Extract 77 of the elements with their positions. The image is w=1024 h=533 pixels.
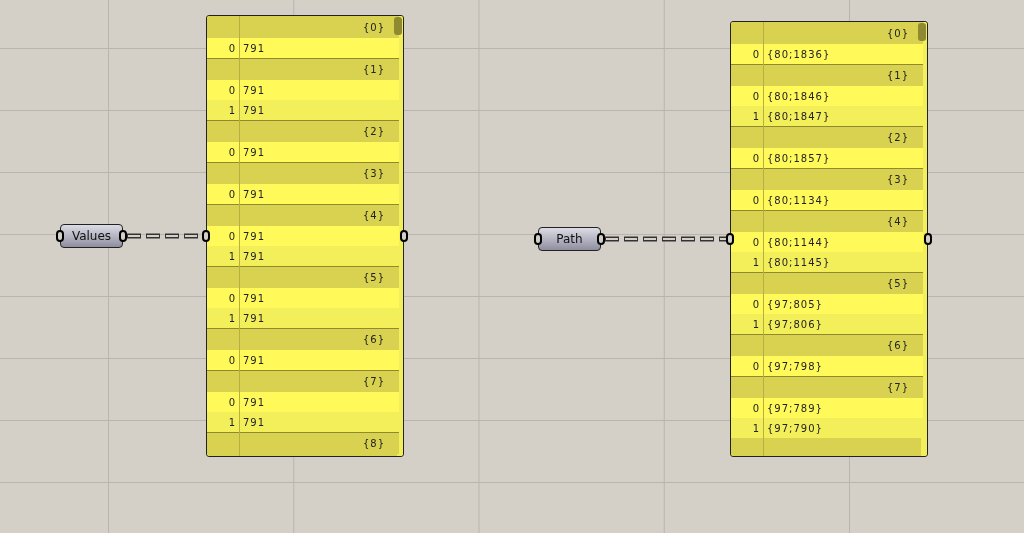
item-index: 0 (227, 83, 235, 98)
item-value: {80;1857} (767, 151, 831, 166)
branch-path: {3} (362, 167, 385, 181)
item-index: 0 (227, 145, 235, 160)
branch-path: {6} (886, 339, 909, 353)
output-grip[interactable] (400, 230, 408, 242)
item-value: {97;789} (767, 401, 823, 416)
item-value: 791 (243, 187, 266, 202)
item-value: {97;806} (767, 317, 823, 332)
item-value: {80;1144} (767, 235, 831, 250)
item-index: 0 (751, 47, 759, 62)
item-index: 1 (751, 421, 759, 436)
item-value: {80;1846} (767, 89, 831, 104)
item-index: 0 (751, 401, 759, 416)
item-index: 0 (227, 187, 235, 202)
item-value: {80;1847} (767, 109, 831, 124)
item-value: 791 (243, 83, 266, 98)
item-value: {80;1134} (767, 193, 831, 208)
item-value: {97;805} (767, 297, 823, 312)
item-value: {80;1836} (767, 47, 831, 62)
branch-path: {7} (886, 381, 909, 395)
item-value: 791 (243, 415, 266, 430)
branch-path: {4} (362, 209, 385, 223)
branch-path: {0} (362, 20, 385, 35)
item-index: 1 (751, 255, 759, 270)
item-value: 791 (243, 395, 266, 410)
item-index: 1 (227, 311, 235, 326)
item-index: 0 (751, 89, 759, 104)
branch-path: {2} (362, 125, 385, 139)
branch-path: {7} (362, 375, 385, 389)
input-grip[interactable] (726, 233, 734, 245)
output-grip[interactable] (119, 230, 127, 242)
branch-path: {1} (362, 63, 385, 77)
output-grip[interactable] (597, 233, 605, 245)
item-value: 791 (243, 41, 266, 56)
branch-path: {2} (886, 131, 909, 145)
item-index: 1 (751, 109, 759, 124)
item-index: 1 (227, 415, 235, 430)
item-index: 0 (227, 395, 235, 410)
item-value: {97;798} (767, 359, 823, 374)
item-index: 0 (227, 291, 235, 306)
item-value: 791 (243, 291, 266, 306)
item-index: 0 (751, 193, 759, 208)
item-index: 0 (751, 359, 759, 374)
item-value: {97;790} (767, 421, 823, 436)
item-index: 1 (751, 317, 759, 332)
item-value: 791 (243, 229, 266, 244)
scrollbar-thumb[interactable] (918, 23, 926, 41)
item-index: 0 (751, 151, 759, 166)
branch-path: {4} (886, 215, 909, 229)
item-index: 0 (227, 229, 235, 244)
item-value: {80;1145} (767, 255, 831, 270)
item-index: 1 (227, 249, 235, 264)
branch-path: {6} (362, 333, 385, 347)
scrollbar-thumb[interactable] (394, 17, 402, 35)
node-label: Values (71, 228, 112, 245)
branch-path: {0} (886, 26, 909, 41)
item-index: 1 (227, 103, 235, 118)
input-grip[interactable] (56, 230, 64, 242)
item-value: 791 (243, 249, 266, 264)
item-value: 791 (243, 103, 266, 118)
branch-path: {8} (362, 437, 385, 451)
item-value: 791 (243, 311, 266, 326)
item-index: 0 (227, 353, 235, 368)
branch-path: {3} (886, 173, 909, 187)
output-grip[interactable] (924, 233, 932, 245)
item-value: 791 (243, 145, 266, 160)
item-index: 0 (751, 235, 759, 250)
item-index: 0 (751, 297, 759, 312)
item-index: 0 (227, 41, 235, 56)
branch-path: {1} (886, 69, 909, 83)
branch-path: {5} (362, 271, 385, 285)
item-value: 791 (243, 353, 266, 368)
input-grip[interactable] (534, 233, 542, 245)
input-grip[interactable] (202, 230, 210, 242)
branch-path: {5} (886, 277, 909, 291)
node-label: Path (556, 231, 583, 248)
